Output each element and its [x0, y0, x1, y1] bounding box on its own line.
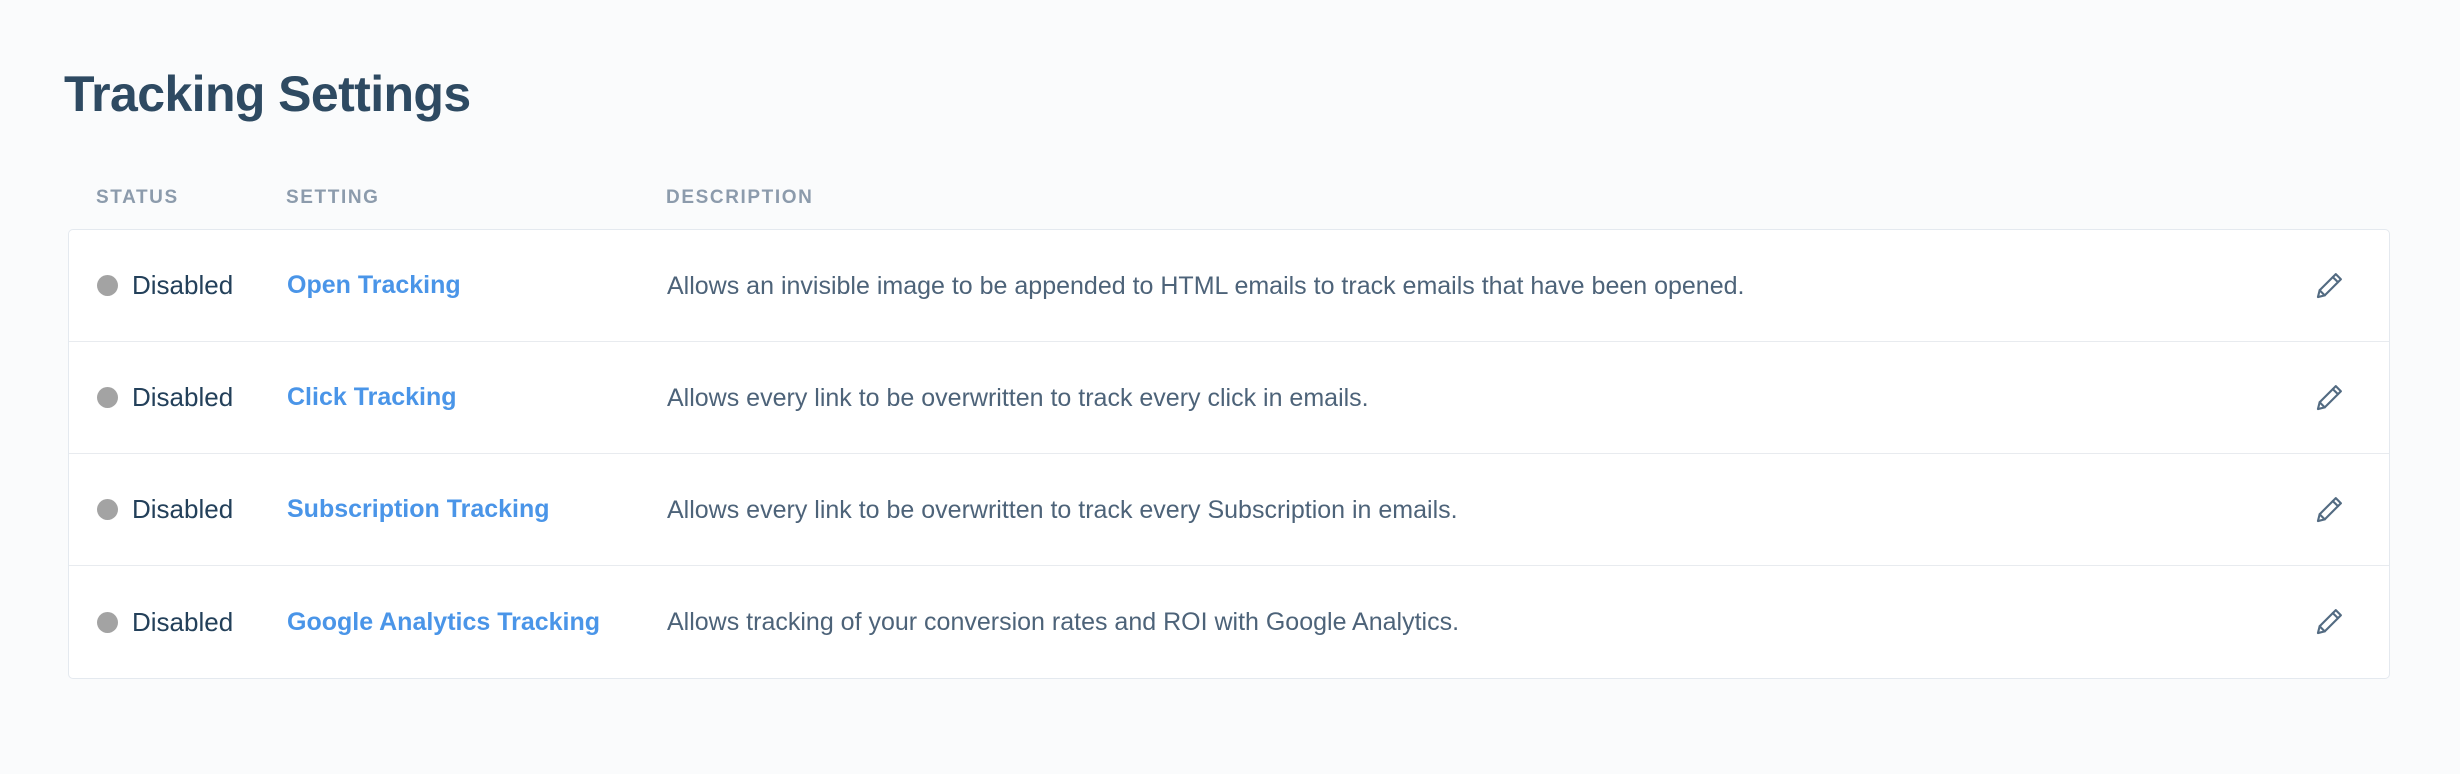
table-row: Disabled Subscription Tracking Allows ev…: [69, 454, 2389, 566]
edit-button[interactable]: [2302, 259, 2356, 313]
status-cell: Disabled: [97, 270, 287, 301]
status-indicator-dot: [97, 499, 118, 520]
status-label: Disabled: [132, 270, 234, 300]
description-cell: Allows an invisible image to be appended…: [667, 269, 2269, 303]
status-cell: Disabled: [97, 607, 287, 638]
column-header-status: STATUS: [96, 187, 179, 208]
pencil-icon: [2312, 493, 2346, 527]
pencil-icon: [2312, 605, 2346, 639]
edit-button[interactable]: [2302, 483, 2356, 537]
setting-link-google-analytics-tracking[interactable]: Google Analytics Tracking: [287, 608, 600, 636]
setting-link-open-tracking[interactable]: Open Tracking: [287, 271, 461, 299]
action-cell: [2269, 595, 2389, 649]
description-cell: Allows every link to be overwritten to t…: [667, 381, 2269, 415]
page-title: Tracking Settings: [64, 65, 471, 122]
description-text: Allows tracking of your conversion rates…: [667, 608, 1460, 636]
setting-cell: Subscription Tracking: [287, 495, 667, 524]
action-cell: [2269, 371, 2389, 425]
status-indicator-dot: [97, 611, 118, 633]
action-cell: [2269, 259, 2389, 313]
status-indicator-dot: [97, 275, 118, 296]
tracking-settings-page: Tracking Settings STATUS SETTING DESCRIP…: [0, 0, 2460, 774]
table-row: Disabled Google Analytics Tracking Allow…: [69, 566, 2389, 678]
pencil-icon: [2312, 269, 2346, 303]
status-label: Disabled: [132, 494, 234, 524]
status-label: Disabled: [132, 606, 234, 637]
edit-button[interactable]: [2302, 595, 2356, 649]
status-cell: Disabled: [97, 494, 287, 525]
pencil-icon: [2312, 381, 2346, 415]
action-cell: [2269, 483, 2389, 537]
description-cell: Allows every link to be overwritten to t…: [667, 493, 2269, 527]
description-cell: Allows tracking of your conversion rates…: [667, 605, 2269, 639]
setting-link-click-tracking[interactable]: Click Tracking: [287, 383, 457, 411]
status-cell: Disabled: [97, 382, 287, 413]
table-row: Disabled Open Tracking Allows an invisib…: [69, 230, 2389, 342]
tracking-settings-table: STATUS SETTING DESCRIPTION Disabled Open…: [68, 180, 2390, 679]
setting-cell: Google Analytics Tracking: [287, 608, 667, 637]
status-indicator-dot: [97, 387, 118, 408]
edit-button[interactable]: [2302, 371, 2356, 425]
column-header-setting: SETTING: [286, 187, 380, 208]
table-row: Disabled Click Tracking Allows every lin…: [69, 342, 2389, 454]
status-label: Disabled: [132, 382, 234, 412]
setting-link-subscription-tracking[interactable]: Subscription Tracking: [287, 495, 550, 523]
description-text: Allows every link to be overwritten to t…: [667, 495, 1458, 524]
settings-card: Disabled Open Tracking Allows an invisib…: [68, 229, 2390, 679]
column-header-description: DESCRIPTION: [666, 187, 814, 208]
table-header-row: STATUS SETTING DESCRIPTION: [68, 180, 2390, 216]
setting-cell: Click Tracking: [287, 383, 667, 412]
description-text: Allows an invisible image to be appended…: [667, 271, 1745, 300]
setting-cell: Open Tracking: [287, 271, 667, 300]
description-text: Allows every link to be overwritten to t…: [667, 383, 1369, 412]
